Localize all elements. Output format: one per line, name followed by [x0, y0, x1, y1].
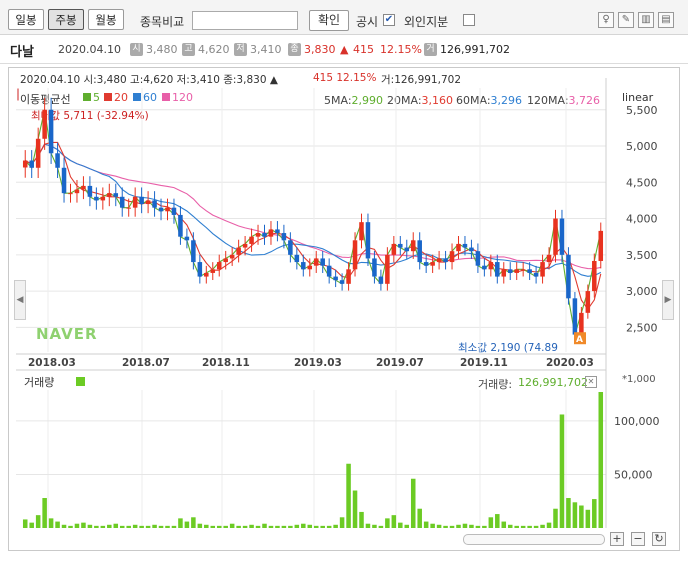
foreign-ownership-checkbox[interactable] [463, 14, 475, 26]
volume-panel-title: 거래량 [24, 376, 55, 389]
chart-volume-summary: 거:126,991,702 [381, 74, 461, 86]
tab-daily[interactable]: 일봉 [8, 9, 44, 30]
volume-icon: 거 [424, 43, 437, 56]
scroll-left-arrow[interactable]: ◀ [14, 280, 26, 320]
volume-value-label: 거래량: [478, 378, 513, 391]
ma-legend-20: 20 [104, 91, 128, 104]
stock-name: 다날 [10, 45, 34, 60]
ma-legend-120: 120 [162, 91, 193, 104]
min-value-annotation: 최소값 2,190 (74.89 [458, 342, 558, 354]
ma-value-20: 20MA:3,160 [387, 94, 454, 107]
change-percent: 12.15% [380, 43, 422, 56]
naver-watermark: NAVER [36, 325, 98, 343]
range-scrollbar[interactable] [463, 534, 605, 545]
high-price: 4,620 [198, 43, 230, 56]
chart-change-summary: 415 12.15% [313, 72, 377, 84]
chart-toolbar: 일봉 주봉 월봉 종목비교 확인 공시 ✔ 외인지분 ♀ ✎ ▥ ▤ [0, 0, 688, 35]
ma-value-120: 120MA:3,726 [527, 94, 601, 107]
low-price: 3,410 [250, 43, 282, 56]
open-price: 3,480 [146, 43, 178, 56]
max-value-annotation: 최대값 5,711 (-32.94%) [31, 110, 149, 122]
quote-date: 2020.04.10 [58, 43, 121, 56]
ma-value-60: 60MA:3,296 [456, 94, 523, 107]
foreign-ownership-label: 외인지분 [404, 15, 449, 29]
chart-panel [8, 67, 680, 551]
volume-value: 126,991,702 [518, 376, 588, 389]
tab-monthly[interactable]: 월봉 [88, 9, 124, 30]
change-amount: 415 [353, 43, 374, 56]
disclosure-label: 공시 [356, 15, 379, 29]
scroll-right-arrow[interactable]: ▶ [662, 280, 674, 320]
quote-info-bar: 다날 2020.04.10 시 3,480 고 4,620 저 3,410 종 … [0, 35, 688, 64]
ma-legend-title: 이동평균선 [20, 93, 71, 106]
disclosure-checkbox[interactable]: ✔ [383, 14, 395, 26]
open-icon: 시 [130, 43, 143, 56]
close-icon: 종 [288, 43, 301, 56]
ma-legend-5: 5 [83, 91, 100, 104]
tab-weekly[interactable]: 주봉 [48, 9, 84, 30]
volume-legend-swatch [76, 377, 85, 386]
indicator-icon[interactable]: ♀ [598, 12, 614, 28]
print-icon[interactable]: ▤ [658, 12, 674, 28]
volume-close-icon[interactable]: ✕ [585, 376, 597, 388]
reset-button[interactable]: ↻ [652, 532, 666, 546]
change-arrow: ▲ [340, 43, 349, 56]
zoom-out-button[interactable]: − [631, 532, 645, 546]
close-price: 3,830 [304, 43, 336, 56]
ma-legend-60: 60 [133, 91, 157, 104]
high-icon: 고 [182, 43, 195, 56]
chart-ohlc-summary: 2020.04.10 시:3,480 고:4,620 저:3,410 종:3,8… [20, 74, 278, 86]
expand-icon[interactable]: ▥ [638, 12, 654, 28]
volume-total: 126,991,702 [440, 43, 510, 56]
scale-mode-label[interactable]: linear [622, 91, 653, 104]
confirm-button[interactable]: 확인 [309, 10, 349, 31]
volume-unit-label: *1,000 [622, 374, 656, 385]
ma-value-5: 5MA:2,990 [324, 94, 384, 107]
compare-input[interactable] [192, 11, 298, 30]
draw-tool-icon[interactable]: ✎ [618, 12, 634, 28]
low-icon: 저 [234, 43, 247, 56]
compare-label: 종목비교 [140, 15, 185, 29]
zoom-in-button[interactable]: + [610, 532, 624, 546]
